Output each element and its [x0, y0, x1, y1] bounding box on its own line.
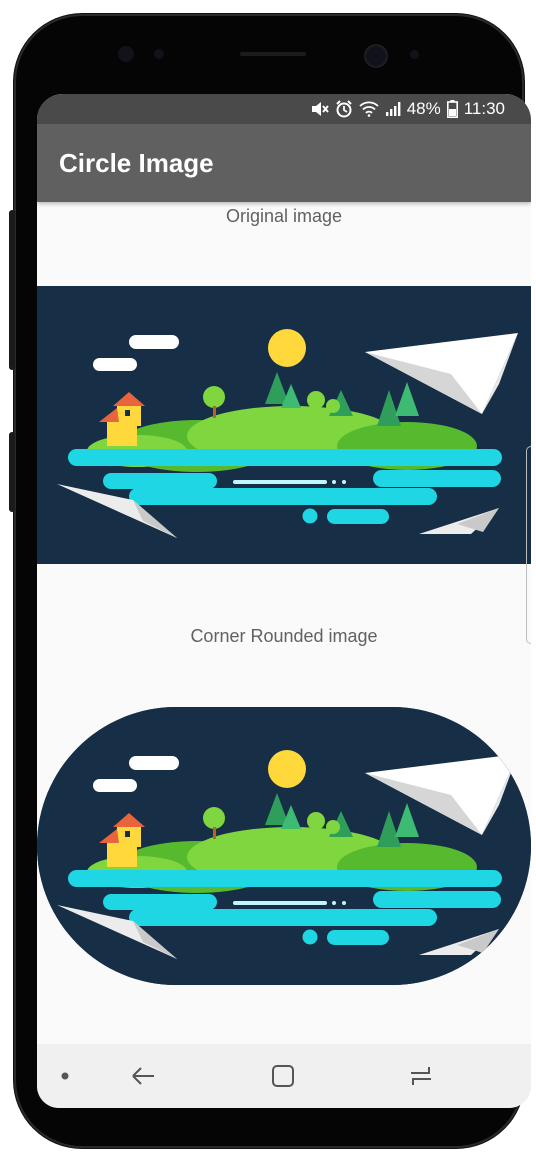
phone-frame: 48% 11:30 Circle Image Original image Co…	[9, 14, 531, 1148]
corner-rounded-image	[37, 707, 531, 985]
clock: 11:30	[463, 99, 505, 118]
alarm-icon	[335, 100, 353, 118]
status-bar: 48% 11:30	[37, 94, 531, 124]
app-title: Circle Image	[59, 147, 214, 178]
back-icon[interactable]	[129, 1062, 157, 1090]
screen: 48% 11:30 Circle Image Original image Co…	[37, 94, 531, 1108]
original-image	[37, 286, 531, 564]
iris-sensor	[154, 49, 164, 59]
landscape-illustration	[37, 286, 531, 564]
mute-icon	[311, 101, 329, 117]
wifi-icon	[359, 101, 379, 117]
navigation-bar	[37, 1044, 531, 1108]
dot-icon[interactable]	[59, 1070, 71, 1082]
landscape-illustration	[37, 707, 531, 985]
signal-icon	[385, 101, 401, 117]
volume-button	[9, 432, 15, 512]
original-image-caption: Original image	[225, 206, 343, 226]
proximity-sensor	[410, 50, 419, 59]
edge-panel-handle[interactable]	[526, 446, 531, 644]
bixby-button	[9, 210, 15, 370]
recents-icon[interactable]	[407, 1062, 435, 1090]
front-sensor	[118, 46, 134, 62]
home-icon[interactable]	[269, 1062, 297, 1090]
battery-icon	[446, 100, 458, 118]
battery-percent: 48%	[406, 99, 441, 118]
earpiece-speaker	[240, 52, 306, 56]
app-bar: Circle Image	[37, 124, 531, 202]
front-camera	[364, 44, 388, 68]
rounded-image-caption: Corner Rounded image	[190, 626, 378, 646]
